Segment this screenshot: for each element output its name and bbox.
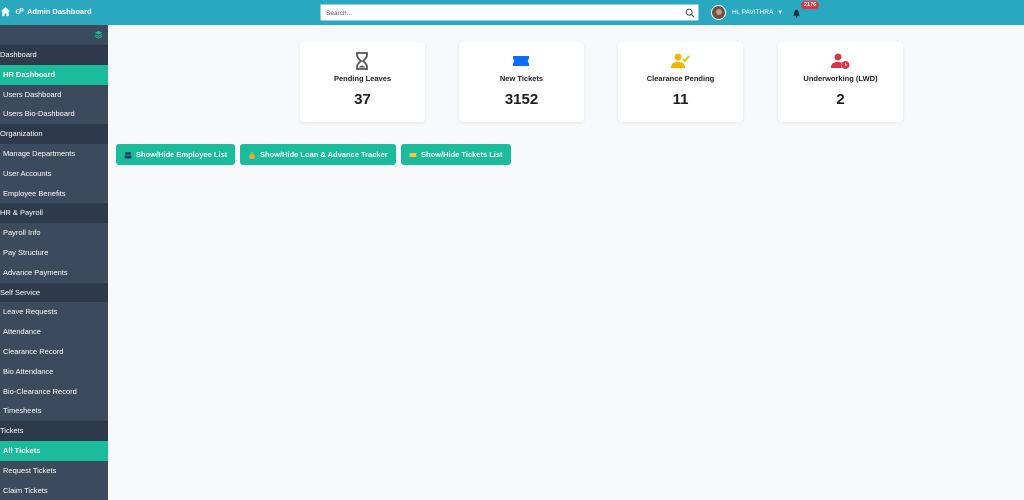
sidebar-item-hr-dashboard[interactable]: HR Dashboard	[0, 64, 108, 85]
sidebar-section-self-service[interactable]: Self Service	[0, 282, 108, 303]
sidebar-section-dashboard[interactable]: Dashboard	[0, 45, 108, 65]
money-bag-icon	[249, 151, 255, 159]
button-label: Show/Hide Loan & Advance Tracker	[260, 150, 388, 159]
sidebar-section-tickets[interactable]: Tickets	[0, 421, 108, 441]
sidebar-item-leave-requests[interactable]: Leave Requests	[0, 302, 108, 322]
sidebar-item-all-tickets[interactable]: All Tickets	[0, 440, 108, 461]
brand-title: Admin Dashboard	[27, 7, 92, 16]
user-check-icon	[671, 53, 690, 68]
sidebar-section-hr-payroll[interactable]: HR & Payroll	[0, 203, 108, 224]
bell-icon[interactable]	[792, 9, 801, 18]
gears-icon	[15, 7, 24, 15]
toggle-employee-list-button[interactable]: Show/Hide Employee List	[116, 144, 236, 165]
user-greeting: Hi, PAVITHRA	[732, 9, 774, 16]
card-clearance-pending[interactable]: Clearance Pending 11	[618, 42, 743, 122]
sidebar-item-payroll-info[interactable]: Payroll Info	[0, 223, 108, 243]
ticket-icon	[409, 152, 417, 157]
users-icon	[124, 151, 132, 158]
sidebar-item-users-bio-dashboard[interactable]: Users Bio-Dashboard	[0, 104, 108, 124]
sidebar-item-manage-departments[interactable]: Manage Departments	[0, 144, 108, 164]
sidebar-item-employee-benefits[interactable]: Employee Benefits	[0, 184, 108, 204]
toggle-tickets-list-button[interactable]: Show/Hide Tickets List	[401, 144, 511, 165]
search-box	[320, 4, 699, 21]
ticket-icon	[513, 56, 529, 66]
sidebar-item-timesheets[interactable]: Timesheets	[0, 401, 108, 421]
card-underworking[interactable]: Underworking (LWD) 2	[778, 42, 903, 122]
notification-badge: 2176	[801, 1, 820, 9]
card-label: Clearance Pending	[646, 74, 715, 83]
sidebar-section-organization[interactable]: Organization	[0, 124, 108, 144]
sidebar-item-claim-tickets[interactable]: Claim Tickets	[0, 481, 108, 500]
sidebar-item-clearance-record[interactable]: Clearance Record	[0, 342, 108, 362]
hourglass-icon	[356, 52, 368, 70]
sidebar: Dashboard HR Dashboard Users Dashboard User…	[0, 25, 108, 500]
button-label: Show/Hide Tickets List	[421, 150, 503, 159]
top-navbar: Admin Dashboard Hi, PAVITHRA ▼ 2176	[0, 0, 1024, 25]
home-icon[interactable]	[0, 6, 11, 17]
sidebar-header	[0, 25, 108, 45]
card-label: Pending Leaves	[333, 74, 392, 83]
sidebar-item-attendance[interactable]: Attendance	[0, 322, 108, 342]
sidebar-item-users-dashboard[interactable]: Users Dashboard	[0, 85, 108, 105]
sidebar-item-bio-clearance-record[interactable]: Bio-Clearance Record	[0, 382, 108, 402]
user-menu[interactable]: Hi, PAVITHRA ▼	[711, 5, 783, 20]
card-pending-leaves[interactable]: Pending Leaves 37	[300, 42, 425, 122]
card-value: 3152	[504, 91, 539, 108]
sidebar-nav: Dashboard HR Dashboard Users Dashboard User…	[0, 45, 108, 500]
toggle-loan-tracker-button[interactable]: Show/Hide Loan & Advance Tracker	[240, 144, 396, 165]
card-label: New Tickets	[499, 74, 544, 83]
sidebar-item-user-accounts[interactable]: User Accounts	[0, 164, 108, 184]
search-input[interactable]	[326, 7, 681, 19]
layers-icon[interactable]	[94, 30, 103, 39]
sidebar-item-advance-payments[interactable]: Advance Payments	[0, 263, 108, 283]
card-value: 37	[354, 91, 371, 108]
brand-link[interactable]: Admin Dashboard	[15, 7, 92, 16]
card-value: 11	[672, 91, 689, 108]
card-new-tickets[interactable]: New Tickets 3152	[459, 42, 584, 122]
chevron-down-icon: ▼	[777, 9, 784, 16]
card-value: 2	[836, 91, 845, 108]
avatar	[711, 5, 726, 20]
sidebar-item-pay-structure[interactable]: Pay Structure	[0, 243, 108, 263]
search-icon[interactable]	[685, 8, 695, 18]
sidebar-item-bio-attendance[interactable]: Bio Attendance	[0, 362, 108, 382]
sidebar-item-request-tickets[interactable]: Request Tickets	[0, 461, 108, 481]
button-label: Show/Hide Employee List	[136, 150, 228, 159]
user-clock-icon	[831, 53, 850, 69]
card-label: Underworking (LWD)	[803, 74, 878, 83]
